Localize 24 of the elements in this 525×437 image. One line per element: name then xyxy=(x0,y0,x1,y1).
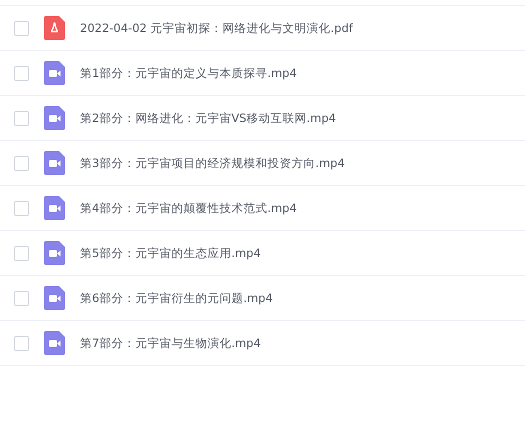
file-name[interactable]: 第7部分：元宇宙与生物演化.mp4 xyxy=(80,336,261,350)
file-name[interactable]: 第4部分：元宇宙的颠覆性技术范式.mp4 xyxy=(80,200,297,216)
checkbox[interactable] xyxy=(14,246,29,260)
video-file-icon xyxy=(44,241,65,265)
checkbox[interactable] xyxy=(14,110,29,126)
video-file-icon xyxy=(44,331,65,355)
checkbox[interactable] xyxy=(14,336,29,350)
video-file-icon xyxy=(44,151,65,175)
checkbox[interactable] xyxy=(14,290,29,306)
file-name[interactable]: 2022-04-02 元宇宙初探：网络进化与文明演化.pdf xyxy=(80,20,353,36)
checkbox[interactable] xyxy=(14,156,29,170)
video-file-icon xyxy=(44,106,65,130)
file-name[interactable]: 第3部分：元宇宙项目的经济规模和投资方向.mp4 xyxy=(80,156,345,170)
checkbox[interactable] xyxy=(14,66,29,80)
video-file-icon xyxy=(44,196,65,220)
file-name[interactable]: 第2部分：网络进化：元宇宙VS移动互联网.mp4 xyxy=(80,110,336,126)
file-name[interactable]: 第5部分：元宇宙的生态应用.mp4 xyxy=(80,246,261,260)
video-file-icon xyxy=(44,286,65,310)
video-file-icon xyxy=(44,61,65,85)
checkbox[interactable] xyxy=(14,20,29,36)
file-name[interactable]: 第6部分：元宇宙衍生的元问题.mp4 xyxy=(80,290,273,306)
file-name[interactable]: 第1部分：元宇宙的定义与本质探寻.mp4 xyxy=(80,66,297,80)
pdf-file-icon xyxy=(44,16,65,40)
checkbox[interactable] xyxy=(14,200,29,216)
